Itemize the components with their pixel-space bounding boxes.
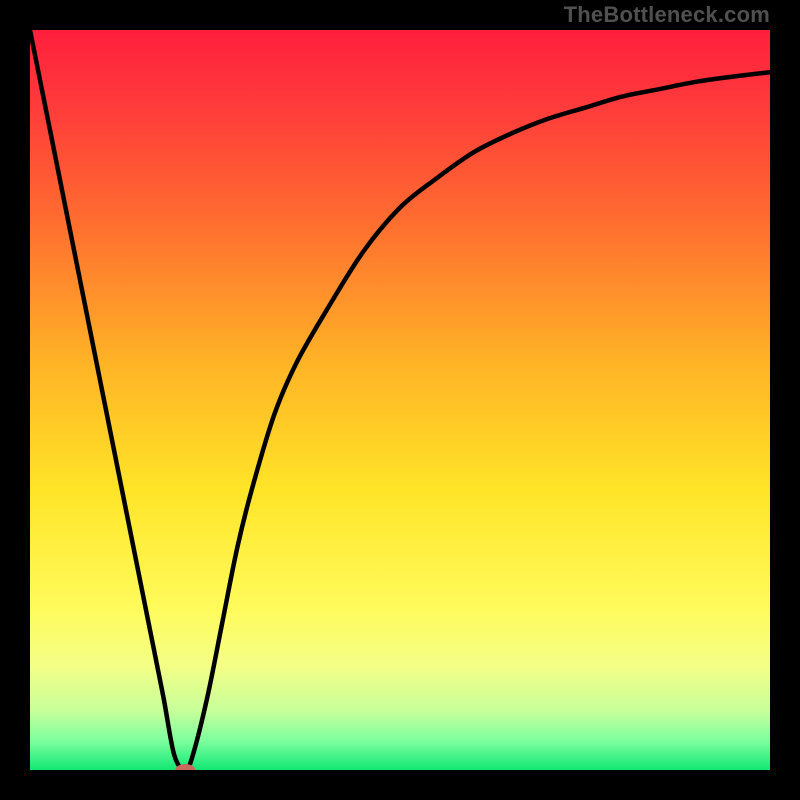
chart-svg — [30, 30, 770, 770]
watermark-text: TheBottleneck.com — [564, 2, 770, 28]
gradient-background — [30, 30, 770, 770]
plot-area — [30, 30, 770, 770]
chart-frame: TheBottleneck.com — [0, 0, 800, 800]
